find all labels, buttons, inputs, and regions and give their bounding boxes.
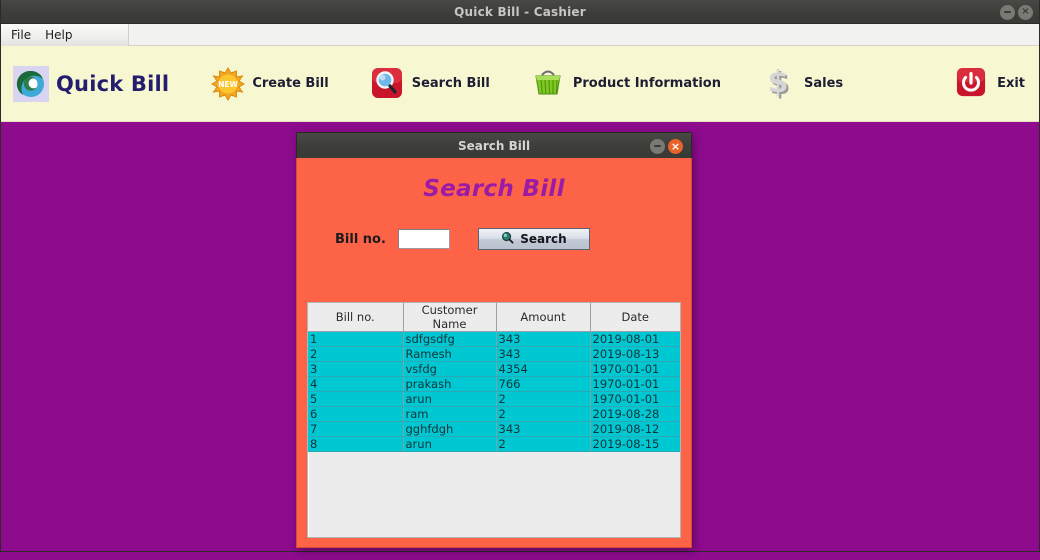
search-button-label: Search	[520, 232, 567, 246]
cell-customer-name: vsfdg	[403, 361, 497, 377]
toolbar-item-create-bill[interactable]: NEW Create Bill	[211, 66, 329, 101]
window-titlebar: Quick Bill - Cashier ×	[1, 0, 1039, 24]
cell-date: 1970-01-01	[590, 376, 680, 392]
cell-customer-name: sdfgsdfg	[403, 331, 497, 347]
table-row[interactable]: 5 arun 2 1970-01-01	[308, 391, 680, 407]
cell-bill-no: 2	[308, 346, 404, 362]
cell-customer-name: ram	[403, 406, 497, 422]
cell-amount: 2	[496, 391, 591, 407]
column-header-date[interactable]: Date	[590, 303, 680, 332]
toolbar-item-sales[interactable]: $ $ Sales	[763, 65, 844, 102]
cell-bill-no: 3	[308, 361, 404, 377]
dialog-body: Search Bill Bill no. Search Bill no. Cus…	[296, 158, 692, 548]
cell-amount: 2	[496, 406, 591, 422]
cell-date: 1970-01-01	[590, 391, 680, 407]
table-row[interactable]: 8 arun 2 2019-08-15	[308, 436, 680, 452]
cell-customer-name: prakash	[403, 376, 497, 392]
toolbar-item-product-information[interactable]: Product Information	[532, 67, 721, 101]
table-row[interactable]: 4 prakash 766 1970-01-01	[308, 376, 680, 392]
toolbar-item-search-bill[interactable]: Search Bill	[371, 67, 490, 101]
cell-date: 2019-08-13	[590, 346, 680, 362]
app-brand: Quick Bill	[13, 65, 170, 102]
cell-date: 2019-08-01	[590, 331, 680, 347]
table-header-row: Bill no. Customer Name Amount Date	[308, 303, 680, 332]
toolbar-label-search-bill: Search Bill	[411, 76, 490, 91]
cell-bill-no: 4	[308, 376, 404, 392]
menubar: File Help	[1, 24, 1039, 46]
menubar-filler	[129, 24, 1039, 45]
toolbar-label-create-bill: Create Bill	[252, 76, 329, 91]
magnifier-red-icon	[371, 67, 405, 101]
dialog-minimize-button[interactable]	[650, 138, 665, 154]
table-row[interactable]: 6 ram 2 2019-08-28	[308, 406, 680, 422]
search-form-row: Bill no. Search	[297, 228, 691, 250]
dialog-window-controls: ×	[650, 133, 683, 159]
window-title: Quick Bill - Cashier	[454, 4, 586, 19]
cell-bill-no: 7	[308, 421, 404, 437]
cell-amount: 766	[496, 376, 591, 392]
table-row[interactable]: 7 gghfdgh 343 2019-08-12	[308, 421, 680, 437]
dialog-titlebar: Search Bill ×	[296, 132, 692, 158]
cell-customer-name: gghfdgh	[403, 421, 497, 437]
toolbar-label-sales: Sales	[804, 76, 844, 91]
power-off-icon	[956, 67, 990, 101]
cell-customer-name: arun	[403, 391, 497, 407]
menu-item-file[interactable]: File	[11, 28, 31, 42]
table-row[interactable]: 3 vsfdg 4354 1970-01-01	[308, 361, 680, 377]
cell-bill-no: 1	[308, 331, 404, 347]
svg-text:NEW: NEW	[218, 80, 238, 89]
bill-no-label: Bill no.	[335, 231, 386, 247]
cell-amount: 2	[496, 436, 591, 452]
search-bill-dialog: Search Bill × Search Bill Bill no. Searc…	[296, 132, 692, 548]
cell-bill-no: 5	[308, 391, 404, 407]
cell-amount: 343	[496, 421, 591, 437]
bill-no-input[interactable]	[397, 229, 450, 249]
cell-amount: 343	[496, 331, 591, 347]
table-row[interactable]: 2 Ramesh 343 2019-08-13	[308, 346, 680, 362]
column-header-bill-no[interactable]: Bill no.	[308, 303, 404, 332]
cell-date: 2019-08-15	[590, 436, 680, 452]
menu-strip: File Help	[1, 24, 129, 46]
magnifier-icon	[501, 231, 514, 247]
shopping-basket-icon	[532, 67, 566, 101]
new-starburst-icon: NEW	[211, 66, 246, 101]
column-header-customer-name[interactable]: Customer Name	[403, 303, 497, 332]
toolbar: Quick Bill NEW Create Bill Search Bill P…	[1, 46, 1039, 122]
dialog-title: Search Bill	[457, 138, 531, 153]
menu-item-help[interactable]: Help	[45, 28, 72, 42]
bill-results-table: Bill no. Customer Name Amount Date 1 sdf…	[308, 303, 680, 452]
cell-amount: 4354	[496, 361, 591, 377]
search-button[interactable]: Search	[477, 228, 590, 250]
column-header-amount[interactable]: Amount	[496, 303, 591, 332]
dollar-sign-icon: $ $	[763, 65, 797, 102]
dialog-heading: Search Bill	[423, 176, 565, 202]
screen: Quick Bill - Cashier × File Help Quick B…	[0, 0, 1040, 560]
toolbar-label-product-information: Product Information	[572, 76, 721, 91]
window-controls: ×	[1000, 0, 1033, 24]
dialog-close-button[interactable]: ×	[668, 138, 683, 154]
cell-date: 1970-01-01	[590, 361, 680, 377]
brand-label: Quick Bill	[56, 71, 170, 96]
bill-results-table-container[interactable]: Bill no. Customer Name Amount Date 1 sdf…	[307, 302, 681, 538]
table-row[interactable]: 1 sdfgsdfg 343 2019-08-01	[308, 331, 680, 347]
cell-bill-no: 6	[308, 406, 404, 422]
cell-date: 2019-08-28	[590, 406, 680, 422]
quickbill-logo-icon	[13, 65, 49, 102]
cell-customer-name: Ramesh	[403, 346, 497, 362]
toolbar-label-exit: Exit	[997, 76, 1025, 91]
cell-amount: 343	[496, 346, 591, 362]
svg-text:$: $	[768, 67, 789, 99]
cell-bill-no: 8	[308, 436, 404, 452]
cell-customer-name: arun	[403, 436, 497, 452]
close-button[interactable]: ×	[1018, 4, 1033, 20]
cell-date: 2019-08-12	[590, 421, 680, 437]
minimize-button[interactable]	[1000, 4, 1015, 20]
table-body: 1 sdfgsdfg 343 2019-08-01 2 Ramesh 343 2…	[308, 331, 680, 452]
toolbar-item-exit[interactable]: Exit	[956, 67, 1025, 101]
